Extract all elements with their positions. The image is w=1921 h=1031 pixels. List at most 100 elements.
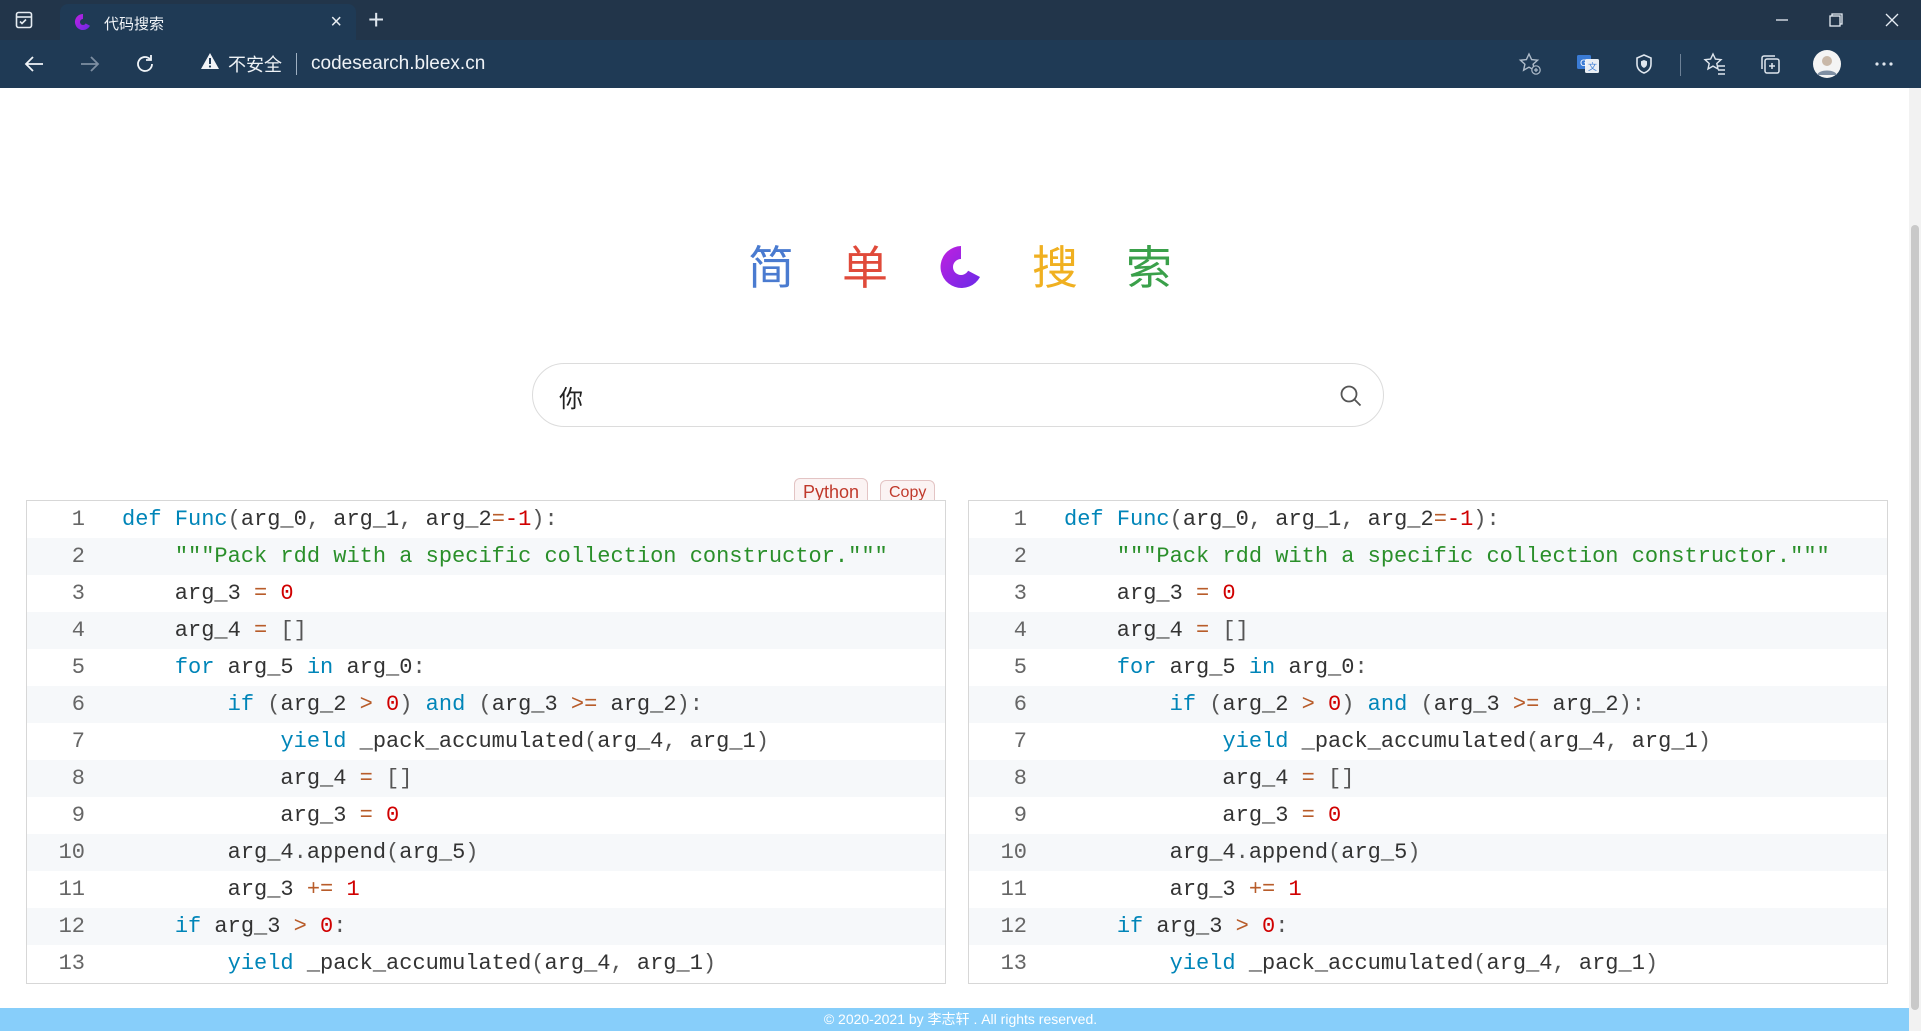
- scrollbar-thumb[interactable]: [1911, 225, 1919, 1010]
- code-token: []: [267, 618, 307, 643]
- page-footer: © 2020-2021 by 李志轩 . All rights reserved…: [0, 1008, 1921, 1031]
- code-token: +=: [1248, 877, 1276, 902]
- code-token: yield: [280, 729, 347, 754]
- code-text: if arg_3 > 0:: [122, 908, 347, 945]
- close-icon[interactable]: [1864, 0, 1920, 40]
- code-token: yield: [1169, 951, 1236, 976]
- line-number: 10: [58, 840, 85, 865]
- search-input[interactable]: [557, 376, 1321, 416]
- code-token: (: [1407, 692, 1434, 717]
- code-token: 0: [1248, 914, 1276, 939]
- code-token: arg_3: [122, 581, 255, 606]
- code-token: and: [425, 692, 466, 717]
- minimize-icon[interactable]: [1754, 0, 1810, 40]
- collections-icon[interactable]: [1757, 51, 1783, 77]
- profile-avatar-icon[interactable]: [1811, 48, 1843, 80]
- code-text: arg_4 = []: [122, 760, 412, 797]
- code-token: =: [359, 803, 373, 828]
- back-arrow-icon[interactable]: [18, 48, 50, 80]
- code-token: append: [306, 840, 387, 865]
- code-line: 1 def Func(arg_0, arg_1, arg_2=-1):: [27, 501, 945, 538]
- footer-copyright: © 2020-2021 by 李志轩 . All rights reserved…: [823, 1011, 1098, 1027]
- line-number: 6: [1013, 692, 1027, 717]
- url-text[interactable]: codesearch.bleex.cn: [311, 53, 485, 75]
- code-token: arg_1: [636, 951, 703, 976]
- security-status[interactable]: 不安全: [228, 51, 282, 77]
- restore-icon[interactable]: [1808, 0, 1864, 40]
- forward-arrow-icon[interactable]: [74, 48, 106, 80]
- code-line: 3 arg_3 = 0: [27, 575, 945, 612]
- code-token: arg_3: [1064, 581, 1197, 606]
- code-text: arg_4 = []: [1064, 760, 1354, 797]
- code-line: 8 arg_4 = []: [969, 760, 1887, 797]
- search-icon[interactable]: [1338, 383, 1364, 409]
- code-line: 12 if arg_3 > 0:: [27, 908, 945, 945]
- line-number: 13: [58, 951, 85, 976]
- code-token: and: [1367, 692, 1408, 717]
- code-token: arg_0: [1182, 507, 1249, 532]
- code-token: (: [1473, 951, 1487, 976]
- tab-actions-icon[interactable]: [14, 10, 34, 30]
- code-token: arg_2: [597, 692, 677, 717]
- tab-active[interactable]: 代码搜索 ×: [60, 4, 356, 40]
- code-token: (: [584, 729, 598, 754]
- code-token: ): [755, 729, 769, 754]
- line-number: 1: [1013, 507, 1027, 532]
- code-token: arg_5: [1156, 655, 1249, 680]
- code-token: arg_1: [1578, 951, 1645, 976]
- code-token: (: [1526, 729, 1540, 754]
- code-token: arg_5: [214, 655, 307, 680]
- site-logo: 简 单 搜 索: [740, 240, 1180, 300]
- code-token: ,: [610, 951, 637, 976]
- new-tab-button[interactable]: +: [368, 4, 384, 36]
- code-token: =: [1196, 618, 1210, 643]
- line-number: 9: [71, 803, 85, 828]
- address-bar[interactable]: 不安全 codesearch.bleex.cn: [200, 47, 485, 81]
- code-text: for arg_5 in arg_0:: [1064, 649, 1368, 686]
- code-token: 0: [1314, 692, 1342, 717]
- code-token: ,: [1552, 951, 1579, 976]
- line-number: 10: [1000, 840, 1027, 865]
- code-token: append: [1248, 840, 1329, 865]
- code-token: :: [1275, 914, 1289, 939]
- code-line: 9 arg_3 = 0: [969, 797, 1887, 834]
- code-token: arg_2: [280, 692, 360, 717]
- code-token: arg_3: [122, 877, 307, 902]
- add-favorite-icon[interactable]: [1517, 51, 1543, 77]
- code-token: =: [491, 507, 505, 532]
- code-token: ): [1644, 951, 1659, 976]
- refresh-icon[interactable]: [129, 48, 161, 80]
- logo-char-4: 索: [1126, 241, 1172, 295]
- code-line: 12 if arg_3 > 0:: [969, 908, 1887, 945]
- more-icon[interactable]: [1871, 51, 1897, 77]
- translate-icon[interactable]: G文: [1575, 51, 1601, 77]
- shield-icon[interactable]: [1631, 51, 1657, 77]
- code-token: []: [1209, 618, 1249, 643]
- code-text: arg_3 = 0: [122, 797, 399, 834]
- code-line: 13 yield _pack_accumulated(arg_4, arg_1): [27, 945, 945, 982]
- code-token: ): [1341, 692, 1368, 717]
- code-text: """Pack rdd with a specific collection c…: [1064, 538, 1830, 575]
- code-text: arg_3 = 0: [1064, 797, 1341, 834]
- code-token: (: [386, 840, 400, 865]
- code-token: =: [359, 766, 373, 791]
- code-token: arg_0: [240, 507, 307, 532]
- code-token: ,: [399, 507, 426, 532]
- code-token: =: [254, 581, 268, 606]
- code-line: 13 yield _pack_accumulated(arg_4, arg_1): [969, 945, 1887, 982]
- line-number: 8: [71, 766, 85, 791]
- logo-mark-icon: [938, 244, 984, 290]
- tab-close-icon[interactable]: ×: [330, 10, 342, 34]
- code-token: arg_0: [333, 655, 413, 680]
- code-token: """Pack rdd with a specific collection c…: [174, 544, 888, 569]
- line-number: 12: [1000, 914, 1027, 939]
- favorites-icon[interactable]: [1702, 51, 1728, 77]
- code-token: .: [1235, 840, 1249, 865]
- line-number: 6: [71, 692, 85, 717]
- code-token: """Pack rdd with a specific collection c…: [1116, 544, 1830, 569]
